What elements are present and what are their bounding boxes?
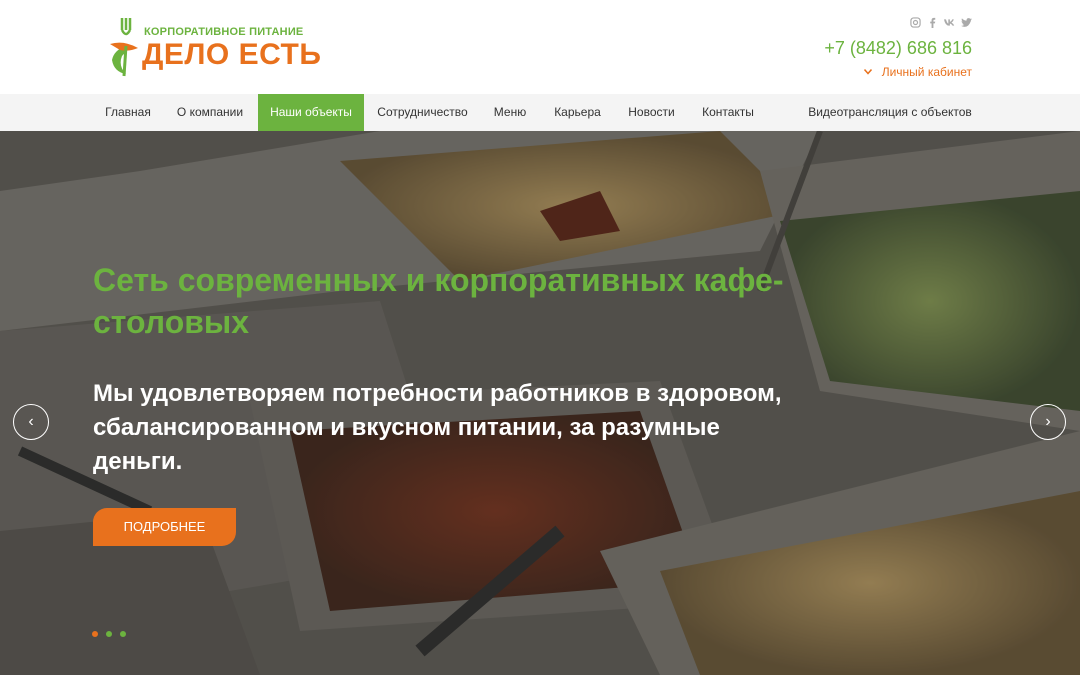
slider-prev-button[interactable]: ‹: [13, 404, 49, 440]
nav-item-home[interactable]: Главная: [94, 94, 162, 131]
nav-item-news[interactable]: Новости: [616, 94, 687, 131]
more-button[interactable]: ПОДРОБНЕЕ: [93, 508, 236, 546]
personal-account-link[interactable]: Личный кабинет: [863, 65, 972, 79]
hero-slider: Сеть современных и корпоративных кафе-ст…: [0, 131, 1080, 675]
nav-item-career[interactable]: Карьера: [540, 94, 615, 131]
fork-logo-icon: [110, 18, 138, 77]
slider-dot-3[interactable]: [120, 631, 126, 637]
slider-next-button[interactable]: ›: [1030, 404, 1066, 440]
instagram-icon[interactable]: [910, 17, 921, 28]
chevron-right-icon: ›: [1045, 413, 1051, 430]
social-links: [910, 17, 972, 28]
vk-icon[interactable]: [944, 17, 955, 28]
chevron-left-icon: ‹: [28, 413, 34, 430]
facebook-icon[interactable]: [927, 17, 938, 28]
main-nav: Главная О компании Наши объекты Сотрудни…: [0, 94, 1080, 131]
nav-item-objects[interactable]: Наши объекты: [258, 94, 364, 131]
nav-item-cooperation[interactable]: Сотрудничество: [365, 94, 480, 131]
slider-dot-1[interactable]: [92, 631, 98, 637]
chevron-down-icon: [863, 69, 872, 75]
nav-item-video[interactable]: Видеотрансляция с объектов: [800, 94, 980, 131]
slider-dots: [92, 631, 126, 637]
logo[interactable]: КОРПОРАТИВНОЕ ПИТАНИЕ ДЕЛО ЕСТЬ: [104, 14, 334, 80]
phone-number[interactable]: +7 (8482) 686 816: [824, 38, 972, 59]
twitter-icon[interactable]: [961, 17, 972, 28]
hero-subtitle: Мы удовлетворяем потребности работников …: [93, 380, 782, 475]
logo-subtitle: КОРПОРАТИВНОЕ ПИТАНИЕ: [144, 26, 304, 38]
nav-item-contacts[interactable]: Контакты: [688, 94, 768, 131]
personal-account-label: Личный кабинет: [881, 65, 972, 79]
site-header: КОРПОРАТИВНОЕ ПИТАНИЕ ДЕЛО ЕСТЬ +7 (8482…: [0, 0, 1080, 94]
nav-item-about[interactable]: О компании: [163, 94, 257, 131]
logo-title: ДЕЛО ЕСТЬ: [142, 38, 322, 71]
hero-title: Сеть современных и корпоративных кафе-ст…: [93, 262, 784, 340]
nav-item-menu[interactable]: Меню: [481, 94, 539, 131]
slider-dot-2[interactable]: [106, 631, 112, 637]
